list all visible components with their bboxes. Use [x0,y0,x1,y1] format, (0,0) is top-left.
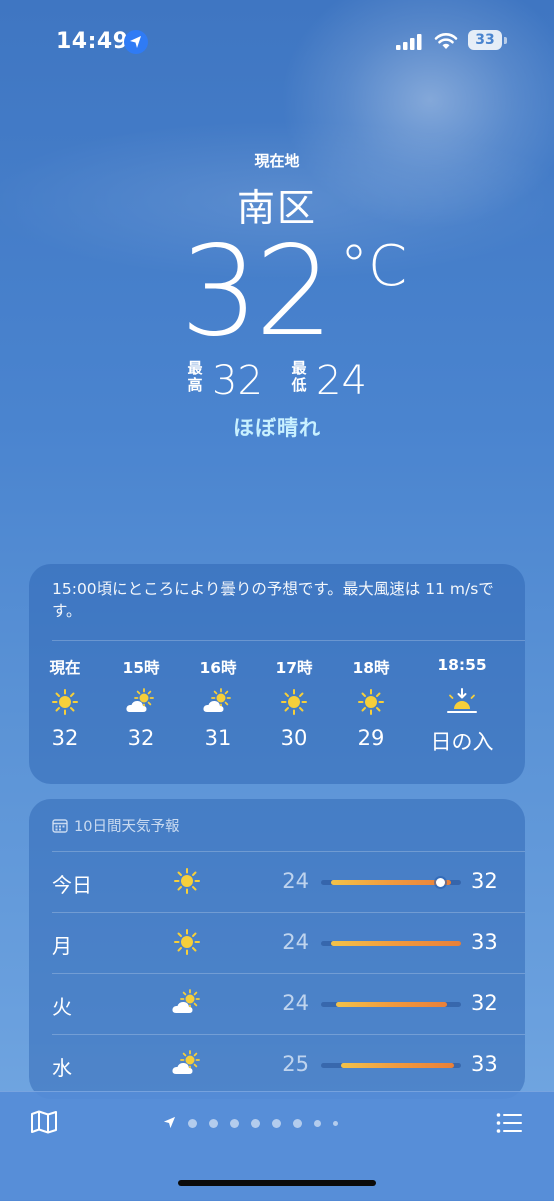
current-weather: 現在地 南区 32 °C 最 高 32 最 低 24 ほぼ晴れ [0,150,554,440]
hour-value: 32 [127,726,155,750]
clock: 14:49 [56,29,129,54]
forecast-header-label: 10日間天気予報 [74,819,180,835]
high-temp: 32 [471,991,498,1015]
page-dot[interactable] [251,1118,260,1128]
high-label-top: 最 [187,359,203,377]
battery-nub [504,37,507,44]
home-indicator[interactable] [178,1180,376,1186]
current-temp-dot [436,878,445,887]
temp-range-fill [331,941,461,946]
low-temp: 24 [282,930,309,954]
location-arrow-icon [124,30,148,54]
hour-value: 32 [51,726,79,750]
hour-label: 17時 [275,659,313,677]
hour-value: 日の入 [430,730,494,754]
day-label: 水 [52,1056,72,1080]
low-temp: 25 [282,1052,309,1076]
high-label-bottom: 高 [187,376,203,394]
forecast-row[interactable]: 火 24 32 [29,973,525,1033]
wifi-icon [434,33,458,49]
page-dot[interactable] [314,1119,321,1127]
sun-icon [25,682,105,722]
hour-value: 31 [204,726,232,750]
page-dot[interactable] [272,1118,281,1128]
sunset-icon [422,682,502,722]
temp-range-fill [336,1002,447,1007]
calendar-icon [52,819,68,833]
temp-range-fill [331,880,451,885]
high-temp: 33 [471,1052,498,1076]
sun-icon [254,682,334,722]
temp-range-bar [321,1063,461,1068]
forecast-row[interactable]: 今日 24 32 [29,851,525,911]
cellular-signal-icon [396,34,422,50]
low-label-bottom: 低 [291,376,307,394]
temp-range-bar [321,878,461,887]
hourly-item: 17時 30 [254,656,334,750]
page-dot[interactable] [230,1118,239,1128]
list-icon[interactable] [496,1112,522,1134]
location-label: 現在地 [254,152,300,170]
hour-label: 15時 [122,659,160,677]
divider [52,640,525,641]
high-low: 最 高 32 最 低 24 [0,358,554,408]
sun-icon [169,863,205,899]
ten-day-forecast-card[interactable]: 10日間天気予報 今日 24 32 月 24 33 火 24 32 水 25 33 [29,799,525,1099]
hourly-summary: 15:00頃にところにより曇りの予想です。最大風速は 11 m/sです。 [52,580,494,620]
partly-cloudy-icon [169,985,205,1021]
hourly-item: 15時 32 [101,656,181,750]
hour-label: 現在 [49,659,81,677]
high-temperature: 32 [212,358,263,404]
low-label-top: 最 [291,359,307,377]
day-label: 火 [52,995,72,1019]
hourly-item: 現在 32 [25,656,105,750]
temp-range-bar [321,1002,461,1007]
hourly-item: 16時 31 [178,656,258,750]
sun-icon [169,924,205,960]
hour-value: 30 [280,726,308,750]
partly-cloudy-icon [101,682,181,722]
status-bar: 14:49 33 [0,26,554,58]
high-temp: 33 [471,930,498,954]
hour-label: 18時 [352,659,390,677]
temp-range-fill [341,1063,454,1068]
low-temp: 24 [282,869,309,893]
page-dot[interactable] [209,1118,218,1128]
temperature-row: 32 °C [0,220,554,364]
day-label: 月 [52,934,72,958]
low-temp: 24 [282,991,309,1015]
low-temperature: 24 [316,358,367,404]
hourly-forecast-card[interactable]: 15:00頃にところにより曇りの予想です。最大風速は 11 m/sです。 現在 … [29,564,525,784]
temperature-unit: °C [340,234,408,299]
current-location-page-icon[interactable] [163,1114,176,1133]
current-temperature: 32 [180,220,334,364]
day-label: 今日 [52,873,92,897]
hour-label: 18:55 [437,656,487,674]
hourly-item: 18時 29 [331,656,411,750]
hour-label: 16時 [199,659,237,677]
forecast-header: 10日間天気予報 [52,815,179,836]
page-dot[interactable] [293,1118,302,1128]
partly-cloudy-icon [169,1046,205,1082]
battery-indicator: 33 [468,30,502,50]
page-dot[interactable] [188,1118,197,1128]
map-icon[interactable] [30,1110,58,1134]
high-label: 最 高 [186,360,204,394]
page-indicator[interactable] [163,1115,338,1131]
hour-value: 29 [357,726,385,750]
temp-range-bar [321,941,461,946]
condition-text: ほぼ晴れ [233,416,321,440]
high-temp: 32 [471,869,498,893]
forecast-row[interactable]: 水 25 33 [29,1034,525,1094]
low-label: 最 低 [290,360,308,394]
forecast-row[interactable]: 月 24 33 [29,912,525,972]
hourly-item: 18:55 日の入 [422,656,502,756]
partly-cloudy-icon [178,682,258,722]
page-dot[interactable] [333,1120,338,1126]
sun-icon [331,682,411,722]
